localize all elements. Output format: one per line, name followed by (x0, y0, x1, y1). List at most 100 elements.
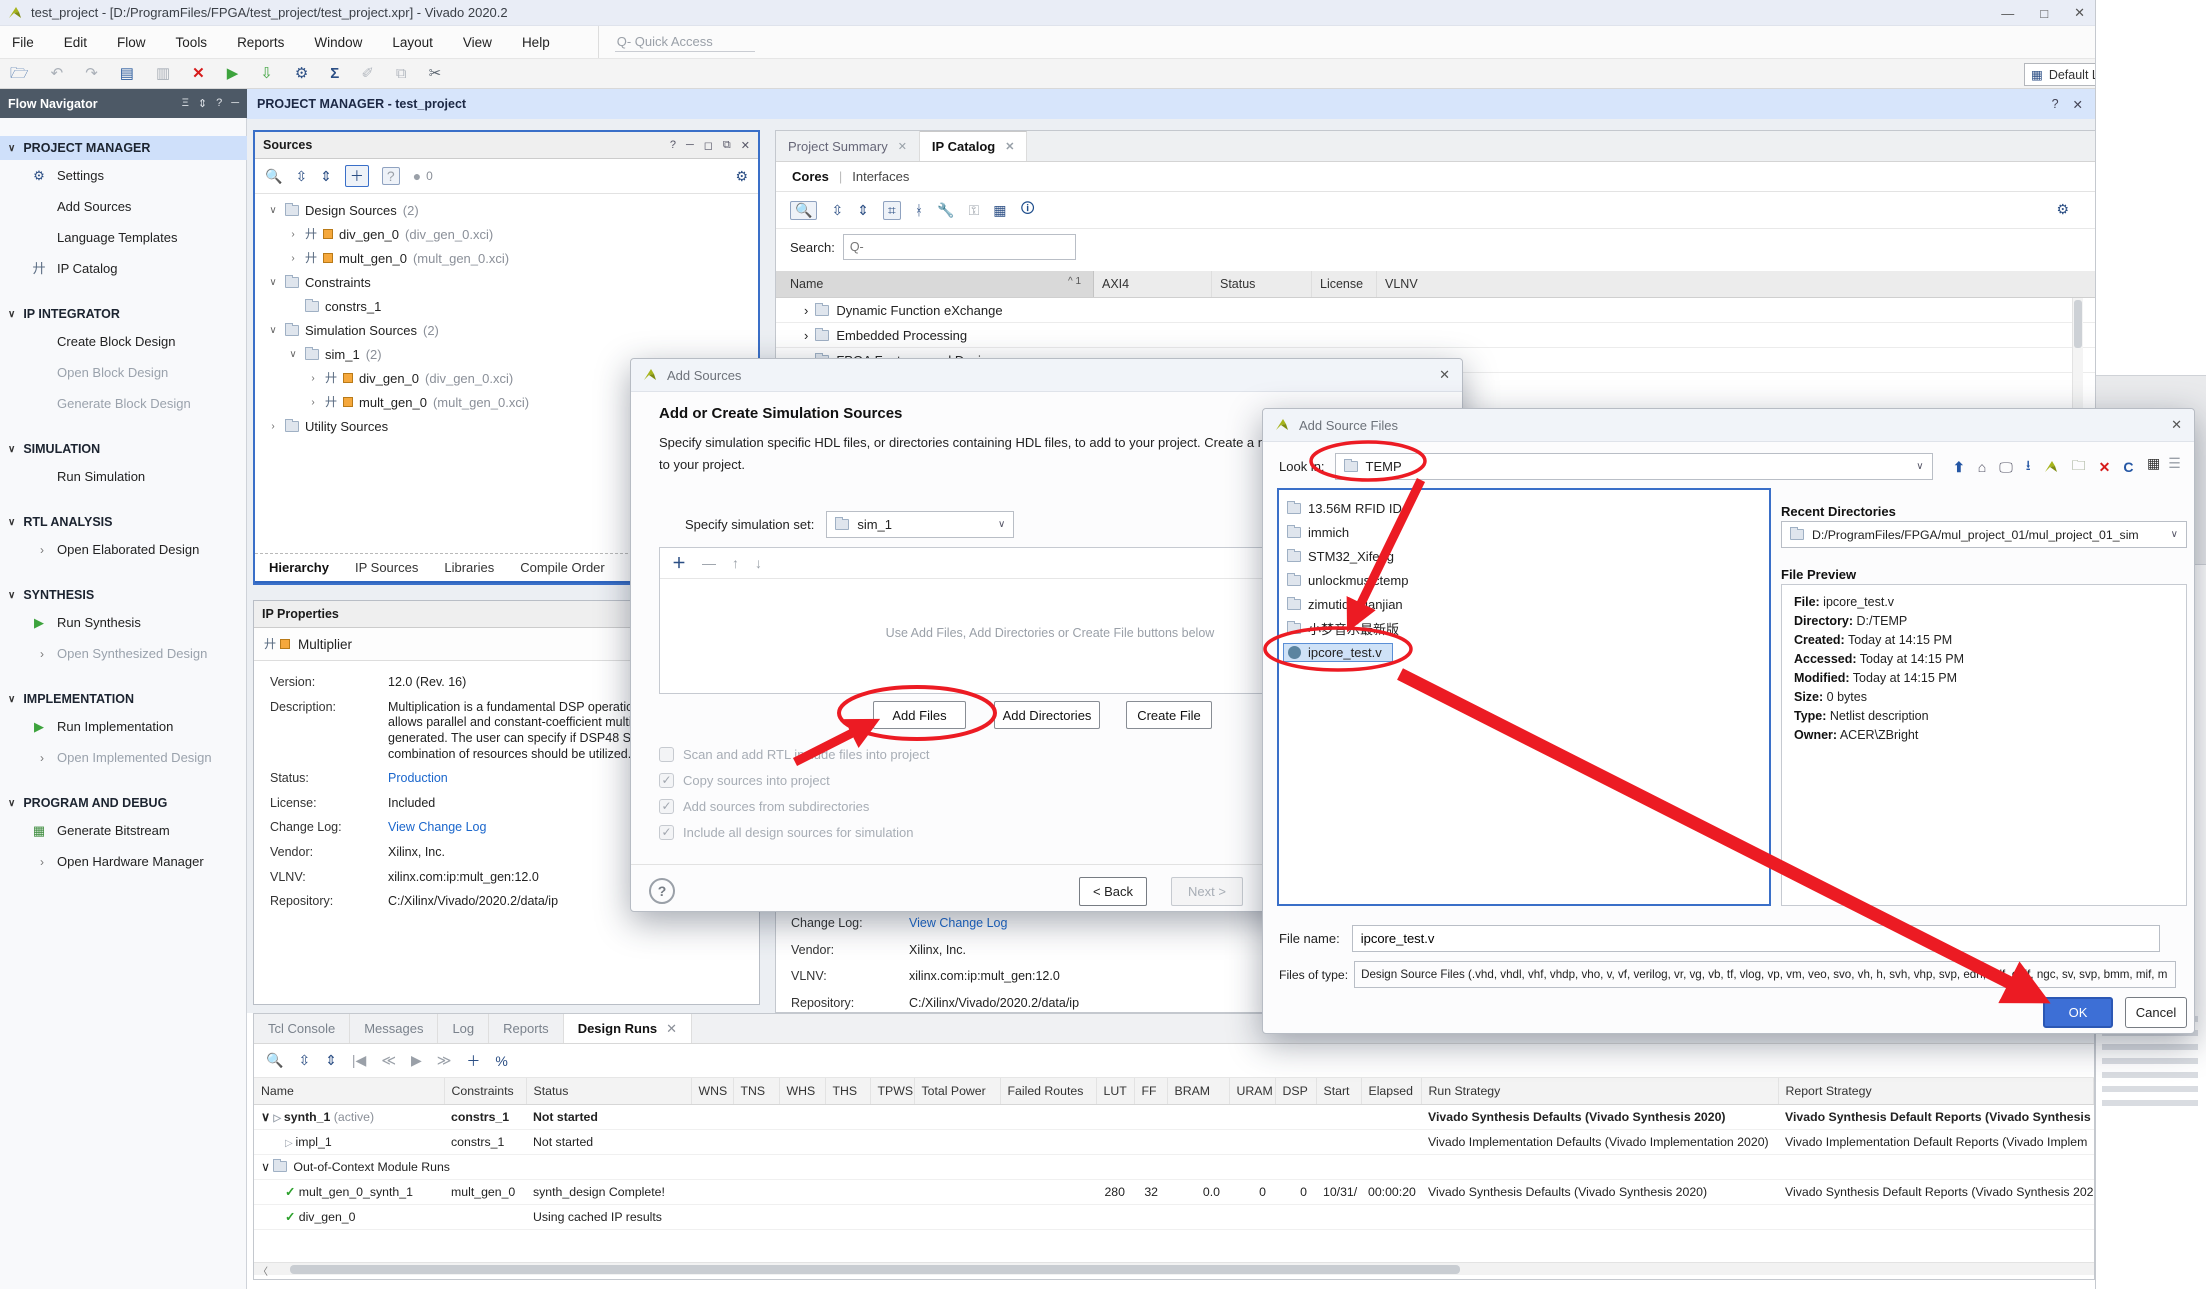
tab-reports[interactable]: Reports (489, 1014, 564, 1043)
cancel-button[interactable]: Cancel (2125, 997, 2187, 1028)
close-icon[interactable]: ✕ (2073, 97, 2083, 112)
probe-icon[interactable]: ✐ (361, 66, 374, 81)
ip-search-input[interactable] (843, 234, 1076, 260)
expand-all-icon[interactable]: ⇕ (857, 202, 869, 219)
float-panel-icon[interactable]: ⧉ (723, 139, 731, 152)
close-icon[interactable]: ✕ (2074, 5, 2085, 21)
column-wns[interactable]: WNS (691, 1078, 733, 1104)
collapse-all-icon[interactable]: ⇳ (831, 202, 843, 219)
column-constraints[interactable]: Constraints (444, 1078, 526, 1104)
search-icon[interactable]: 🔍 (266, 1052, 283, 1069)
settings-icon[interactable]: ⚙ (295, 66, 308, 81)
chevron-down-icon[interactable]: ∨ (267, 277, 279, 288)
flow-section-program-and-debug[interactable]: ∨PROGRAM AND DEBUG (0, 791, 247, 815)
chevron-down-icon[interactable]: ∨ (261, 1160, 273, 1174)
tree-row-Constraints[interactable]: ∨Constraints (255, 270, 758, 294)
tree-row-mult_gen_0[interactable]: ›⼶mult_gen_0 (mult_gen_0.xci) (255, 246, 758, 270)
forward-icon[interactable]: ≫ (437, 1052, 452, 1069)
redo-icon[interactable]: ↷ (85, 66, 98, 81)
close-icon[interactable]: ✕ (2171, 417, 2182, 433)
tab-ip-catalog[interactable]: IP Catalog✕ (920, 131, 1028, 161)
maximize-icon[interactable]: □ (2040, 6, 2048, 21)
file-item-unlockmusictemp[interactable]: unlockmusictemp (1279, 568, 1769, 592)
flow-item-run-simulation[interactable]: Run Simulation (0, 461, 247, 492)
link-icon[interactable]: ⧉ (396, 66, 407, 81)
flow-item-language-templates[interactable]: Language Templates (0, 222, 247, 253)
remove-icon[interactable]: — (702, 555, 716, 571)
recent-directories-select[interactable]: D:/ProgramFiles/FPGA/mul_project_01/mul_… (1781, 521, 2187, 548)
minimize-panel-icon[interactable]: ─ (231, 97, 239, 110)
file-name-input[interactable] (1352, 925, 2160, 952)
grid-view-icon[interactable]: ▦ (2147, 455, 2160, 472)
default-directory-icon[interactable]: ⭳ (2026, 455, 2031, 479)
tab-compile-order[interactable]: Compile Order (520, 560, 605, 575)
tab-ip-sources[interactable]: IP Sources (355, 560, 418, 575)
tree-row-Simulation Sources[interactable]: ∨Simulation Sources (2) (255, 318, 758, 342)
percent-icon[interactable]: % (495, 1053, 507, 1069)
first-icon[interactable]: |◀ (352, 1052, 366, 1069)
tree-row-div_gen_0[interactable]: ›⼶div_gen_0 (div_gen_0.xci) (255, 222, 758, 246)
collapse-all-icon[interactable]: ⇳ (298, 1052, 310, 1069)
run-row-synth_1[interactable]: ∨ ▷ synth_1 (active)constrs_1Not started… (254, 1104, 2094, 1129)
column-failed-routes[interactable]: Failed Routes (1000, 1078, 1096, 1104)
quick-access-search[interactable]: Q- Quick Access (598, 26, 755, 58)
new-folder-icon[interactable]: 🗀 (2072, 455, 2086, 479)
run-row-impl_1[interactable]: ▷ impl_1constrs_1Not startedVivado Imple… (254, 1129, 2094, 1154)
flow-item-generate-bitstream[interactable]: ▦Generate Bitstream (0, 815, 247, 846)
chevron-down-icon[interactable]: ∨ (287, 349, 299, 360)
chevron-down-icon[interactable]: ∨ (261, 1110, 273, 1124)
menu-edit[interactable]: Edit (64, 35, 87, 50)
column-axi4[interactable]: AXI4 (1094, 271, 1212, 297)
flow-item-ip-catalog[interactable]: ⼶IP Catalog (0, 253, 247, 284)
delete-icon[interactable]: ✕ (192, 66, 205, 81)
column-tns[interactable]: TNS (733, 1078, 779, 1104)
catalog-row[interactable]: ›Dynamic Function eXchange (776, 298, 2095, 323)
flow-section-implementation[interactable]: ∨IMPLEMENTATION (0, 687, 247, 711)
tab-close-icon[interactable]: ✕ (666, 1021, 677, 1037)
minimize-icon[interactable]: — (2001, 6, 2014, 21)
menu-tools[interactable]: Tools (176, 35, 208, 50)
column-ths[interactable]: THS (825, 1078, 870, 1104)
step-icon[interactable]: ⇩ (260, 66, 273, 81)
collapse-all-icon[interactable]: ⇳ (295, 168, 307, 185)
flow-section-project-manager[interactable]: ∨PROJECT MANAGER (0, 136, 247, 160)
column-dsp[interactable]: DSP (1275, 1078, 1316, 1104)
chip-icon[interactable]: ▦ (993, 202, 1006, 219)
play-icon[interactable]: ▶ (411, 1052, 422, 1069)
collapse-all-icon[interactable]: Ξ (182, 97, 189, 110)
refresh-icon[interactable]: C (2123, 459, 2133, 475)
help-icon[interactable]: ? (216, 97, 222, 110)
catalog-row[interactable]: ›Embedded Processing (776, 323, 2095, 348)
desktop-icon[interactable]: 🖵 (1999, 459, 2013, 476)
gear-icon[interactable]: ⚙ (735, 168, 758, 185)
save-icon[interactable]: ▤ (120, 66, 134, 81)
tab-close-icon[interactable]: ✕ (1005, 140, 1014, 153)
list-view-icon[interactable]: ☰ (2168, 455, 2181, 472)
vivado-dir-icon[interactable] (2044, 460, 2059, 474)
home-icon[interactable]: ⌂ (1978, 459, 1986, 475)
customize-ip-icon[interactable]: 🔧 (937, 202, 954, 219)
checkbox-copy-sources-into-project[interactable]: ✓Copy sources into project (659, 767, 929, 793)
missing-sources-icon[interactable]: ? (382, 167, 400, 185)
flow-item-create-block-design[interactable]: Create Block Design (0, 326, 247, 357)
delete-icon[interactable]: ✕ (2099, 459, 2111, 476)
maximize-panel-icon[interactable]: ◻ (704, 139, 713, 152)
column-status[interactable]: Status (526, 1078, 691, 1104)
tree-row-constrs_1[interactable]: constrs_1 (255, 294, 758, 318)
chevron-right-icon[interactable]: › (287, 229, 299, 240)
menu-reports[interactable]: Reports (237, 35, 284, 50)
menu-flow[interactable]: Flow (117, 35, 146, 50)
sim-set-select[interactable]: sim_1 ∨ (826, 511, 1014, 538)
look-in-select[interactable]: TEMP ∨ (1335, 453, 1933, 480)
flow-section-ip-integrator[interactable]: ∨IP INTEGRATOR (0, 302, 247, 326)
selected-file[interactable]: ipcore_test.v (1283, 643, 1393, 662)
flow-section-synthesis[interactable]: ∨SYNTHESIS (0, 583, 247, 607)
chevron-right-icon[interactable]: › (287, 253, 299, 264)
chevron-right-icon[interactable]: › (804, 303, 808, 318)
files-of-type-select[interactable]: Design Source Files (.vhd, vhdl, vhf, vh… (1354, 961, 2176, 988)
expand-all-icon[interactable]: ⇕ (325, 1052, 337, 1069)
license-key-icon[interactable]: ⚿ (969, 202, 980, 219)
create-run-icon[interactable]: ＋ (466, 1051, 480, 1071)
info-icon[interactable]: 🛈 (1021, 198, 1035, 222)
close-icon[interactable]: ✕ (1439, 367, 1450, 383)
